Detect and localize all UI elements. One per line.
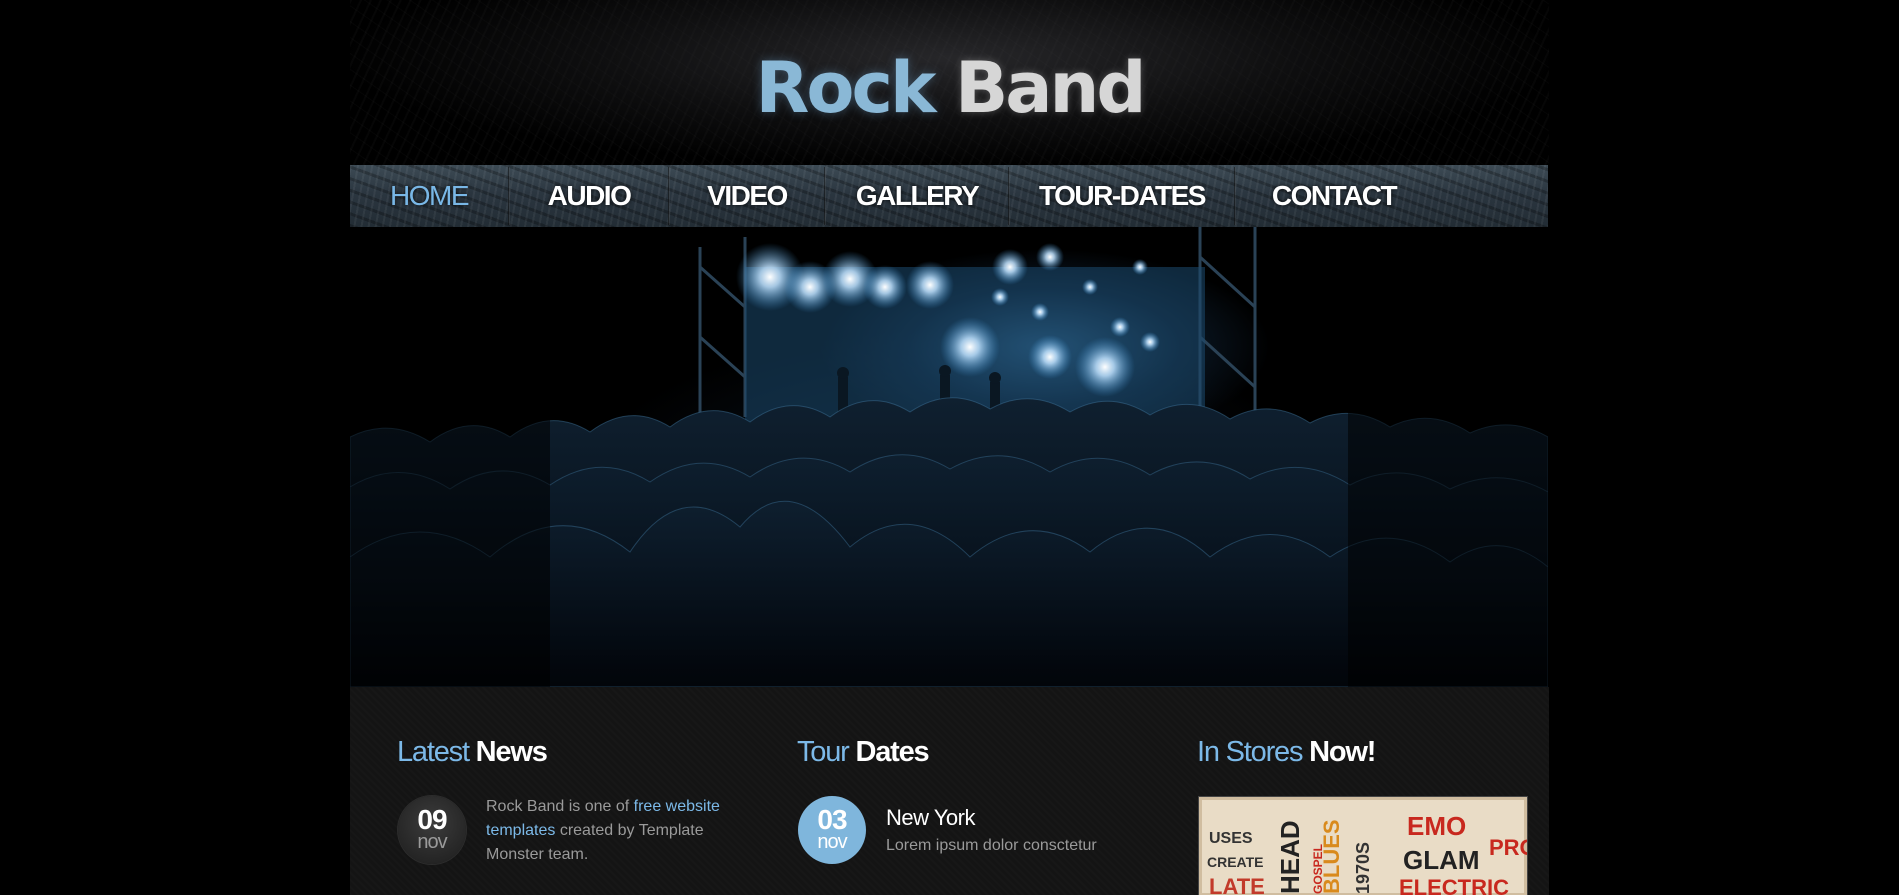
tour-heading-a: Tour xyxy=(797,736,850,768)
album-word: PRO xyxy=(1489,835,1527,860)
main-nav: HOME AUDIO VIDEO GALLERY TOUR-DATES CONT… xyxy=(350,165,1548,227)
album-word: GOSPEL xyxy=(1311,844,1325,894)
news-item-text: Rock Band is one of free website templat… xyxy=(486,795,736,867)
site-header: Rock Band xyxy=(350,0,1549,165)
album-word: HEAD xyxy=(1275,820,1305,894)
nav-item-gallery[interactable]: GALLERY xyxy=(826,165,1008,227)
tour-city[interactable]: New York xyxy=(886,805,975,831)
stores-heading: In Stores Now! xyxy=(1197,734,1376,770)
nav-item-home[interactable]: HOME xyxy=(350,165,508,227)
nav-item-audio[interactable]: AUDIO xyxy=(510,165,668,227)
album-word: CREATE xyxy=(1207,854,1264,870)
logo-word-rock: Rock xyxy=(755,47,937,129)
news-text-pre: Rock Band is one of xyxy=(486,798,634,815)
tour-heading: Tour Dates xyxy=(797,734,930,770)
news-heading: Latest News xyxy=(397,734,548,770)
album-word: LATE xyxy=(1209,874,1265,895)
stores-heading-a: In Stores xyxy=(1197,736,1303,768)
album-cover-art: USES CREATE LATE HEAD BLUES 1970S EMO GL… xyxy=(1199,797,1527,895)
news-date-day: 09 xyxy=(417,804,447,835)
nav-item-video[interactable]: VIDEO xyxy=(670,165,824,227)
news-heading-b: News xyxy=(475,736,548,768)
tour-date-month: nov xyxy=(817,831,847,853)
nav-item-tour-dates[interactable]: TOUR-DATES xyxy=(1010,165,1234,227)
album-word: USES xyxy=(1209,830,1253,847)
tour-heading-b: Dates xyxy=(855,736,929,768)
news-date-month: nov xyxy=(417,831,447,853)
site-logo[interactable]: Rock Band xyxy=(350,48,1549,128)
album-word: EMO xyxy=(1407,811,1466,841)
nav-item-contact[interactable]: CONTACT xyxy=(1236,165,1432,227)
stores-heading-b: Now! xyxy=(1309,736,1376,768)
logo-word-band: Band xyxy=(954,47,1147,129)
album-word: ELECTRIC xyxy=(1399,875,1509,895)
news-date-badge: 09 nov xyxy=(398,796,466,864)
tour-date-day: 03 xyxy=(817,804,847,835)
page: Rock Band HOME AUDIO VIDEO GALLERY TOUR-… xyxy=(0,0,1899,895)
album-word: 1970S xyxy=(1353,842,1373,894)
news-heading-a: Latest xyxy=(397,736,470,768)
concert-illustration xyxy=(350,227,1548,687)
tour-description: Lorem ipsum dolor consctetur xyxy=(886,837,1097,854)
album-word: GLAM xyxy=(1403,845,1480,875)
tour-date-badge: 03 nov xyxy=(798,796,866,864)
album-cover-image[interactable]: USES CREATE LATE HEAD BLUES 1970S EMO GL… xyxy=(1198,796,1528,895)
hero-concert-image xyxy=(350,227,1548,687)
